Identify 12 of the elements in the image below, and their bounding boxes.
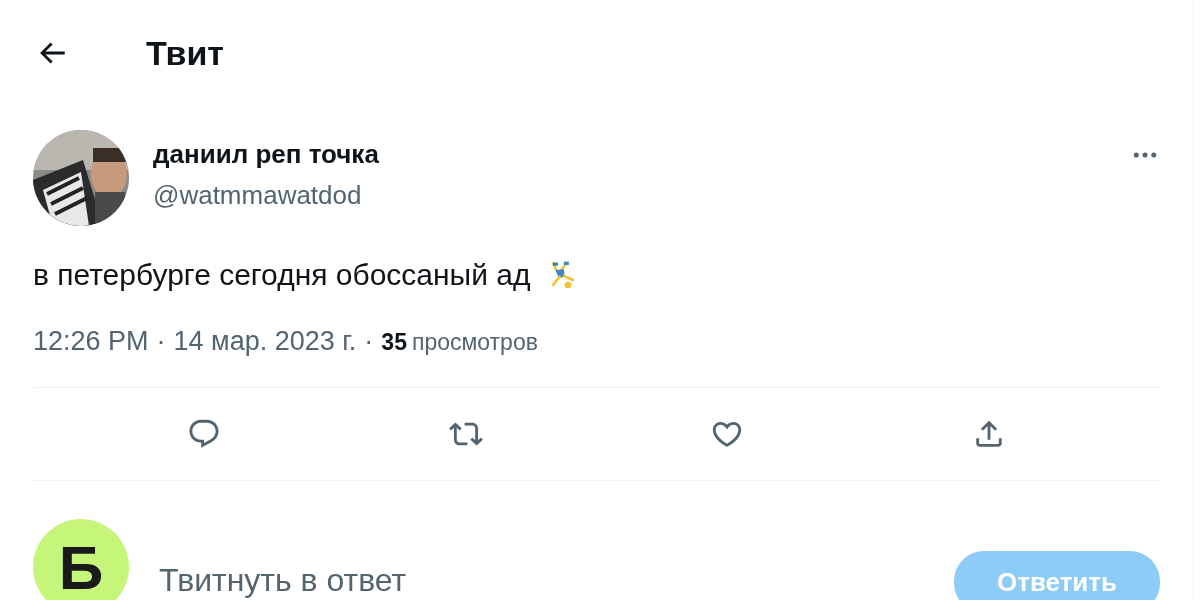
- tweet-text: в петербурге сегодня обоссаный ад: [33, 258, 531, 292]
- tweet-date[interactable]: 14 мар. 2023 г.: [173, 326, 357, 357]
- reply-field[interactable]: Твитнуть в ответ: [157, 560, 954, 600]
- tweet-time[interactable]: 12:26 PM: [33, 326, 149, 357]
- author-handle[interactable]: @watmmawatdod: [153, 180, 362, 211]
- separator-dot: ·: [156, 326, 166, 357]
- separator-dot: ·: [364, 326, 374, 357]
- author-name[interactable]: даниил реп точка: [153, 139, 379, 170]
- user-avatar: Б: [33, 519, 129, 600]
- views-count: 35: [381, 329, 407, 356]
- views-label: просмотров: [411, 329, 538, 356]
- page-title: Твит: [146, 33, 224, 73]
